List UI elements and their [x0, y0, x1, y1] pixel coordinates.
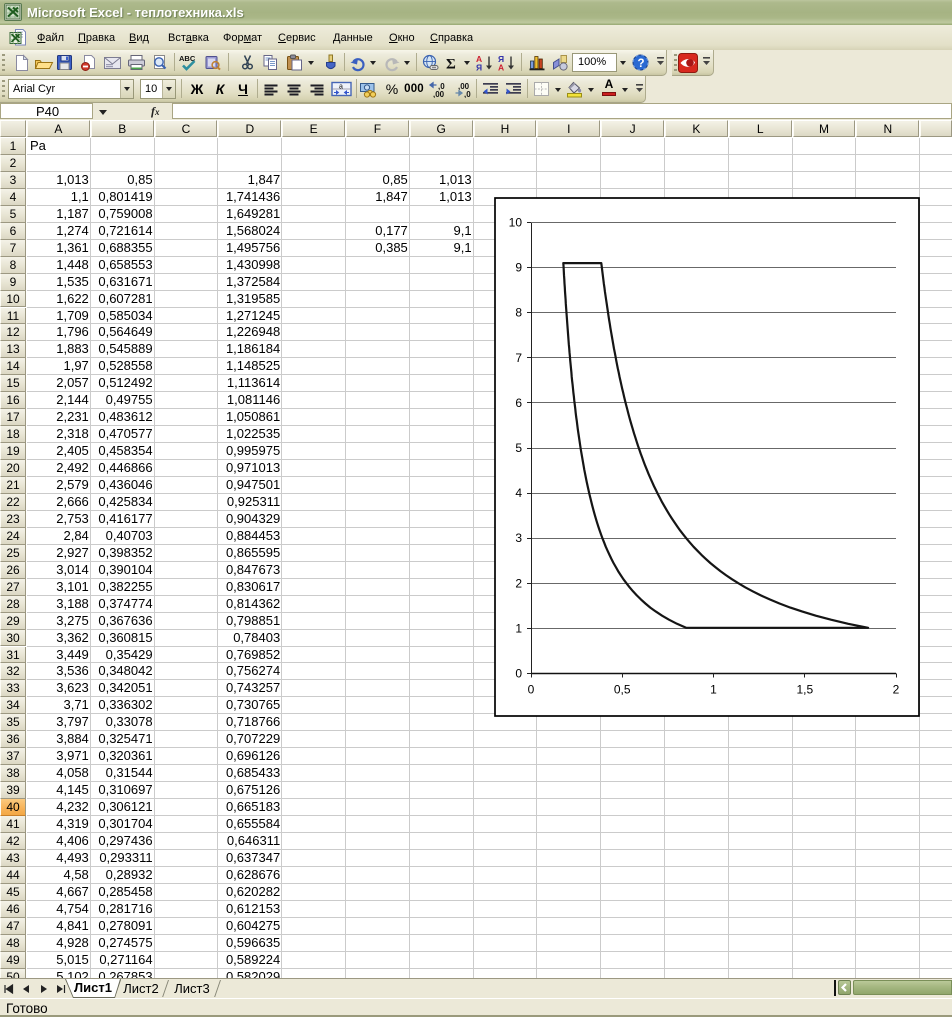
svg-text:8: 8 [515, 306, 522, 320]
svg-text:Я: Я [476, 63, 482, 73]
svg-text:9: 9 [515, 261, 522, 275]
svg-text:0,5: 0,5 [614, 683, 631, 697]
svg-text:0: 0 [528, 683, 535, 697]
svg-text:1: 1 [515, 621, 522, 635]
svg-text:2: 2 [893, 683, 900, 697]
svg-text:1,5: 1,5 [796, 683, 813, 697]
svg-text:a: a [339, 84, 343, 91]
svg-text:10: 10 [509, 216, 523, 230]
svg-text:1: 1 [710, 683, 717, 697]
svg-text:5: 5 [515, 441, 522, 455]
svg-text:А: А [498, 63, 504, 73]
svg-text:7: 7 [515, 351, 522, 365]
svg-text:,0: ,0 [464, 90, 471, 98]
svg-text:Σ: Σ [446, 57, 456, 73]
svg-text:3: 3 [515, 531, 522, 545]
svg-text:6: 6 [515, 396, 522, 410]
svg-text:0: 0 [515, 667, 522, 681]
svg-text:4: 4 [515, 486, 522, 500]
svg-text:2: 2 [515, 576, 522, 590]
svg-text:,00: ,00 [433, 90, 445, 98]
svg-text:?: ? [638, 58, 645, 70]
